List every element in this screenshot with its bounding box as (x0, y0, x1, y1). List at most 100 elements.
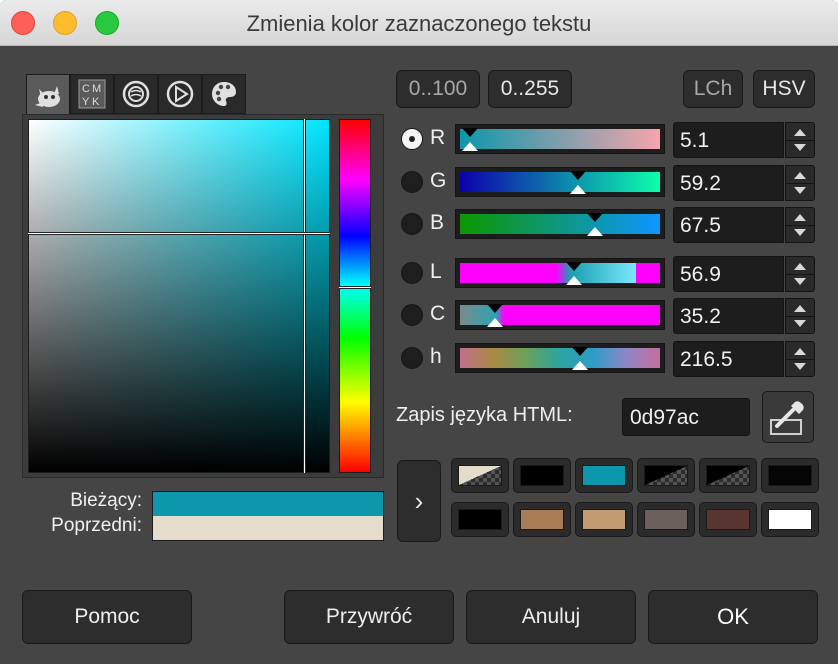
channel-label-c: C (430, 302, 446, 325)
tab-cmyk-selector[interactable]: C M Y K (70, 74, 114, 114)
title-bar: Zmienia kolor zaznaczonego tekstu (0, 0, 838, 46)
channel-slider-r[interactable] (455, 124, 665, 154)
slider-marker-top (462, 128, 479, 137)
spin-up-icon[interactable] (794, 129, 806, 136)
html-hex-input[interactable]: 0d97ac (622, 398, 750, 436)
color-dialog: Zmienia kolor zaznaczonego tekstu C M Y … (0, 0, 838, 664)
channel-radio-l[interactable] (401, 262, 423, 284)
history-swatch[interactable] (637, 458, 695, 493)
spin-up-icon[interactable] (794, 214, 806, 221)
hue-strip[interactable] (339, 119, 371, 473)
history-swatch-fill (768, 509, 812, 530)
slider-marker-bottom (487, 318, 504, 327)
help-button[interactable]: Pomoc (22, 590, 192, 644)
channel-label-l: L (430, 260, 442, 283)
spin-up-icon[interactable] (794, 348, 806, 355)
spin-up-icon[interactable] (794, 263, 806, 270)
channel-spinner-l[interactable] (785, 256, 815, 292)
channel-value-r[interactable]: 5.1 (673, 122, 784, 158)
svg-text:M: M (92, 83, 101, 95)
spin-divider (786, 140, 814, 141)
history-swatch[interactable] (451, 458, 509, 493)
history-swatch-fill (582, 465, 626, 486)
channel-spinner-h[interactable] (785, 341, 815, 377)
channel-label-b: B (430, 211, 445, 234)
hue-marker (339, 286, 371, 289)
svg-text:Y: Y (82, 96, 90, 108)
history-swatch[interactable] (575, 502, 633, 537)
history-swatch[interactable] (699, 458, 757, 493)
channel-radio-b[interactable] (401, 213, 423, 235)
previous-color-swatch[interactable] (152, 516, 384, 541)
ok-button[interactable]: OK (648, 590, 818, 644)
channel-value-b[interactable]: 67.5 (673, 207, 784, 243)
spin-up-icon[interactable] (794, 172, 806, 179)
channel-value-h[interactable]: 216.5 (673, 341, 784, 377)
slider-marker-top (565, 262, 582, 271)
channel-radio-g[interactable] (401, 171, 423, 193)
palette-icon (212, 82, 236, 106)
channel-value-l[interactable]: 56.9 (673, 256, 784, 292)
history-swatch[interactable] (761, 502, 819, 537)
history-swatch-fill (706, 509, 750, 530)
channel-slider-g[interactable] (455, 167, 665, 197)
cancel-button[interactable]: Anuluj (466, 590, 636, 644)
crosshair-horizontal (28, 232, 330, 235)
tab-wheel-selector[interactable] (158, 74, 202, 114)
spin-down-icon[interactable] (794, 363, 806, 370)
tab-watercolor-selector[interactable] (114, 74, 158, 114)
history-swatch[interactable] (699, 502, 757, 537)
previous-label: Poprzedni: (51, 515, 142, 536)
channel-value-c[interactable]: 35.2 (673, 298, 784, 334)
slider-marker-bottom (570, 185, 587, 194)
tab-palette-selector[interactable] (202, 74, 246, 114)
channel-slider-c[interactable] (455, 300, 665, 330)
slider-marker-top (487, 304, 504, 313)
history-swatch[interactable] (513, 458, 571, 493)
channel-radio-h[interactable] (401, 347, 423, 369)
history-swatch[interactable] (513, 502, 571, 537)
history-swatch-fill (520, 465, 564, 486)
channel-slider-l[interactable] (455, 258, 665, 288)
hsv-mode-button[interactable]: HSV (753, 70, 815, 108)
history-expand-button[interactable]: › (397, 460, 441, 542)
slider-marker-bottom (565, 276, 582, 285)
history-swatch[interactable] (761, 458, 819, 493)
spin-divider (786, 316, 814, 317)
tab-gimp-selector[interactable] (26, 74, 70, 116)
eyedropper-icon (770, 401, 804, 435)
spin-down-icon[interactable] (794, 278, 806, 285)
channel-gradient (460, 129, 660, 149)
channel-radio-r[interactable] (401, 128, 423, 150)
channel-spinner-c[interactable] (785, 298, 815, 334)
current-label: Bieżący: (70, 490, 142, 511)
channel-gradient (460, 263, 660, 283)
channel-radio-c[interactable] (401, 304, 423, 326)
history-swatch-fill (458, 509, 502, 530)
channel-gradient (460, 348, 660, 368)
history-swatch-fill (520, 509, 564, 530)
saturation-value-area[interactable] (28, 119, 330, 473)
history-swatch[interactable] (637, 502, 695, 537)
svg-text:C: C (82, 83, 90, 95)
range-0-100-button[interactable]: 0..100 (396, 70, 480, 108)
reset-button[interactable]: Przywróć (284, 590, 454, 644)
spin-down-icon[interactable] (794, 187, 806, 194)
channel-spinner-g[interactable] (785, 165, 815, 201)
channel-spinner-b[interactable] (785, 207, 815, 243)
color-picker-button[interactable] (762, 391, 814, 443)
spin-down-icon[interactable] (794, 229, 806, 236)
range-0-255-button[interactable]: 0..255 (488, 70, 572, 108)
spin-down-icon[interactable] (794, 144, 806, 151)
channel-slider-b[interactable] (455, 209, 665, 239)
lch-mode-button[interactable]: LCh (683, 70, 743, 108)
current-color-swatch (152, 491, 384, 516)
history-swatch-fill (582, 509, 626, 530)
history-swatch[interactable] (451, 502, 509, 537)
spin-up-icon[interactable] (794, 305, 806, 312)
spin-down-icon[interactable] (794, 320, 806, 327)
channel-spinner-r[interactable] (785, 122, 815, 158)
history-swatch[interactable] (575, 458, 633, 493)
channel-slider-h[interactable] (455, 343, 665, 373)
channel-value-g[interactable]: 59.2 (673, 165, 784, 201)
